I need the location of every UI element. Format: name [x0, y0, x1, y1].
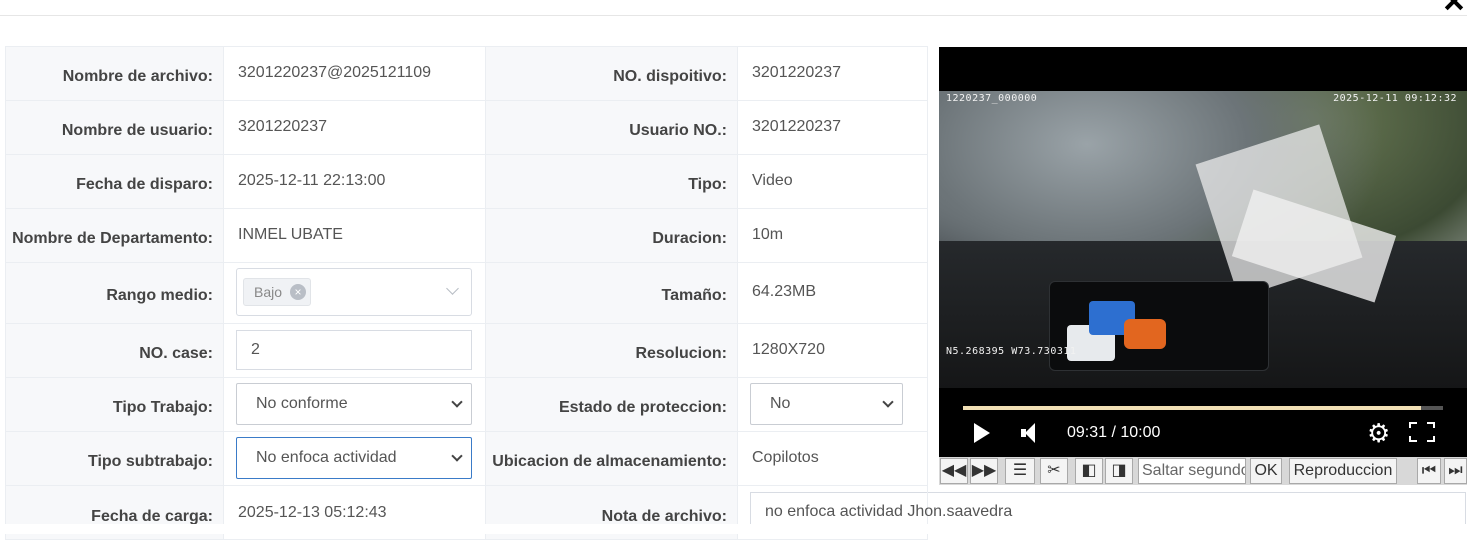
video-object — [1124, 319, 1166, 349]
next-frame-icon[interactable]: ◨ — [1105, 458, 1133, 484]
range-cell: Bajo × — [223, 262, 486, 324]
protection-state-select[interactable]: No — [750, 382, 903, 425]
storage-location-value: Copilotos — [737, 431, 928, 486]
list-icon[interactable]: ☰ — [1005, 458, 1035, 484]
device-no-label: NO. dispoitivo: — [485, 46, 738, 101]
scissors-icon[interactable]: ✂ — [1040, 458, 1068, 484]
department-value: INMEL UBATE — [223, 208, 486, 263]
range-tag-label: Bajo — [254, 284, 283, 300]
resolution-value: 1280X720 — [737, 323, 928, 378]
work-subtype-label: Tipo subtrabajo: — [5, 431, 224, 486]
skip-start-icon[interactable]: ⏮ — [1417, 458, 1441, 484]
duration-value: 10m — [737, 208, 928, 263]
user-name-label: Nombre de usuario: — [5, 100, 224, 155]
file-info-table: Nombre de archivo: 3201220237@2025121109… — [5, 46, 1466, 540]
time-display: 09:31 / 10:00 — [1067, 424, 1161, 441]
chevron-down-icon — [451, 449, 463, 462]
work-type-value: No conforme — [256, 394, 348, 412]
dialog-header — [0, 0, 1467, 16]
ok-button[interactable]: OK — [1250, 458, 1282, 484]
work-type-label: Tipo Trabajo: — [5, 377, 224, 432]
duration-label: Duracion: — [485, 208, 738, 263]
size-label: Tamaño: — [485, 262, 738, 324]
file-name-label: Nombre de archivo: — [5, 46, 224, 101]
remove-tag-icon[interactable]: × — [290, 284, 307, 300]
progress-fill — [963, 406, 1421, 410]
user-no-label: Usuario NO.: — [485, 100, 738, 155]
work-subtype-select[interactable]: No enfoca actividad — [236, 436, 472, 479]
user-no-value: 3201220237 — [737, 100, 928, 155]
work-subtype-value: No enfoca actividad — [256, 448, 397, 466]
user-name-value: 3201220237 — [223, 100, 486, 155]
range-label: Rango medio: — [5, 262, 224, 324]
osd-timestamp: 2025-12-11 09:12:32 — [1333, 93, 1457, 104]
work-subtype-cell: No enfoca actividad — [223, 431, 486, 486]
play-icon[interactable] — [974, 423, 990, 443]
device-no-value: 3201220237 — [737, 46, 928, 101]
trigger-date-value: 2025-12-11 22:13:00 — [223, 154, 486, 209]
size-value: 64.23MB — [737, 262, 928, 324]
seek-seconds-input[interactable]: Saltar segundo — [1138, 458, 1246, 484]
protection-state-value: No — [770, 394, 791, 412]
case-no-label: NO. case: — [5, 323, 224, 378]
type-label: Tipo: — [485, 154, 738, 209]
protection-state-label: Estado de proteccion: — [485, 377, 738, 432]
osd-gps: N5.268395 W73.730311 — [946, 346, 1077, 357]
chevron-down-icon — [882, 395, 894, 408]
fullscreen-icon[interactable] — [1409, 422, 1435, 442]
file-name-value: 3201220237@2025121109 — [223, 46, 486, 101]
volume-icon[interactable] — [1021, 423, 1035, 443]
fast-forward-icon[interactable]: ▶▶ — [970, 458, 998, 484]
department-label: Nombre de Departamento: — [5, 208, 224, 263]
video-player[interactable]: 1220237_000000 2025-12-11 09:12:32 N5.26… — [939, 47, 1467, 457]
osd-device-id: 1220237_000000 — [946, 93, 1038, 104]
range-select[interactable]: Bajo × — [236, 268, 472, 316]
storage-location-label: Ubicacion de almacenamiento: — [485, 431, 738, 486]
playback-button[interactable]: Reproduccion — [1289, 458, 1397, 484]
resolution-label: Resolucion: — [485, 323, 738, 378]
skip-end-icon[interactable]: ⏭ — [1444, 458, 1467, 484]
bottom-mask — [0, 524, 1467, 534]
work-type-select[interactable]: No conforme — [236, 382, 472, 425]
protection-state-cell: No — [737, 377, 928, 432]
player-toolbar: ◀◀ ▶▶ ☰ ✂ ◧ ◨ Saltar segundo OK Reproduc… — [939, 457, 1467, 485]
work-type-cell: No conforme — [223, 377, 486, 432]
type-value: Video — [737, 154, 928, 209]
video-frame[interactable]: 1220237_000000 2025-12-11 09:12:32 N5.26… — [939, 91, 1467, 388]
close-icon[interactable] — [1443, 0, 1465, 12]
chevron-down-icon — [451, 395, 463, 408]
range-tag: Bajo × — [243, 278, 312, 306]
chevron-down-icon — [446, 282, 459, 295]
case-no-cell: 2 — [223, 323, 486, 378]
rewind-icon[interactable]: ◀◀ — [940, 458, 968, 484]
trigger-date-label: Fecha de disparo: — [5, 154, 224, 209]
prev-frame-icon[interactable]: ◧ — [1075, 458, 1103, 484]
gear-icon[interactable]: ⚙ — [1367, 420, 1390, 446]
case-no-input[interactable]: 2 — [236, 329, 472, 370]
